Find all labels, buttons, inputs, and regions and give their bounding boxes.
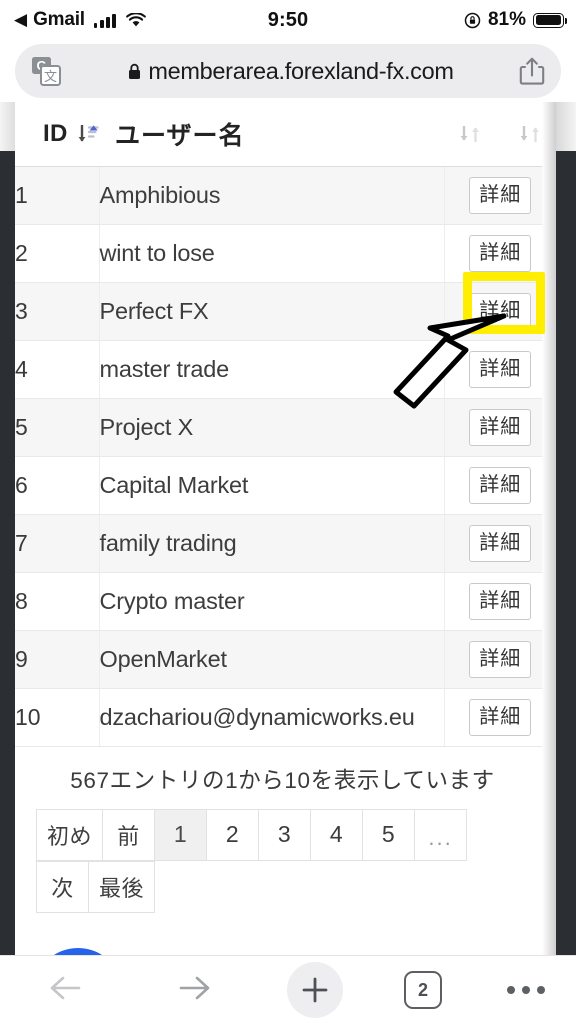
cell-action: 詳細: [444, 688, 556, 747]
cell-id: 9: [15, 630, 100, 689]
cell-username: Capital Market: [99, 456, 445, 515]
browser-toolbar: G 文 memberarea.forexland-fx.com: [0, 40, 576, 102]
pagination-page-3[interactable]: 3: [258, 808, 312, 861]
pagination-last[interactable]: 最後: [88, 860, 156, 913]
cell-id: 3: [15, 282, 100, 341]
column-header-id[interactable]: ID: [15, 102, 99, 167]
pagination-page-1[interactable]: 1: [154, 808, 208, 861]
cell-username: Amphibious: [99, 166, 445, 225]
table-row[interactable]: 7 family trading 詳細: [15, 514, 556, 573]
column-header-actions[interactable]: [444, 102, 556, 167]
sort-ascending-icon[interactable]: [77, 122, 99, 146]
page-edge-right-dark: [556, 151, 576, 955]
cell-id: 7: [15, 514, 100, 573]
page-edge-right-strip: [542, 102, 556, 955]
table-info-text: 567エントリの1から10を表示しています: [70, 767, 495, 793]
pagination-next[interactable]: 次: [36, 860, 89, 913]
table-body: 1 Amphibious 詳細 2 wint to lose 詳細 3 Perf…: [15, 166, 556, 747]
more-horizontal-icon: [507, 986, 545, 994]
detail-button[interactable]: 詳細: [469, 524, 532, 562]
page-edge-left-light: [0, 102, 15, 152]
cell-id: 4: [15, 340, 100, 399]
pagination-previous[interactable]: 前: [102, 808, 156, 861]
pagination: 初め 前 1 2 3 4 5 ... 次 最後: [15, 808, 556, 913]
lock-icon: [128, 63, 141, 80]
page-edge-left-dark: [0, 151, 15, 955]
cell-username: wint to lose: [99, 224, 445, 283]
google-translate-icon[interactable]: G 文: [29, 54, 63, 88]
arrow-right-icon: [178, 974, 212, 1007]
arrow-left-icon: [48, 974, 82, 1007]
table-head: ID ユーザー名: [15, 102, 556, 167]
table-row[interactable]: 6 Capital Market 詳細: [15, 456, 556, 515]
tab-count-badge: 2: [404, 971, 442, 1009]
status-bar: ◀ Gmail 9:50 81%: [0, 0, 576, 40]
share-icon[interactable]: [519, 56, 545, 86]
cell-action: 詳細: [444, 456, 556, 515]
new-tab-button[interactable]: [260, 962, 370, 1018]
cell-id: 6: [15, 456, 100, 515]
svg-text:文: 文: [44, 70, 57, 85]
cell-username: family trading: [99, 514, 445, 573]
cell-action: 詳細: [444, 514, 556, 573]
nav-back-button[interactable]: [0, 974, 130, 1007]
detail-button[interactable]: 詳細: [469, 234, 532, 272]
table-row[interactable]: 8 Crypto master 詳細: [15, 572, 556, 631]
pagination-ellipsis[interactable]: ...: [414, 808, 468, 861]
url-text: memberarea.forexland-fx.com: [148, 57, 454, 84]
cell-id: 8: [15, 572, 100, 631]
phone-screen: ◀ Gmail 9:50 81% 文 memberarea.forexland-…: [0, 0, 576, 1024]
table-row[interactable]: 1 Amphibious 詳細: [15, 166, 556, 225]
address-bar[interactable]: G 文 memberarea.forexland-fx.com: [15, 44, 561, 98]
detail-button[interactable]: 詳細: [469, 466, 532, 504]
cell-action: 詳細: [444, 166, 556, 225]
cell-action: 詳細: [444, 572, 556, 631]
nav-forward-button[interactable]: [130, 974, 260, 1007]
column-header-username-label: ユーザー名: [115, 121, 245, 150]
table-row[interactable]: 9 OpenMarket 詳細: [15, 630, 556, 689]
tab-switcher-button[interactable]: 2: [370, 971, 476, 1009]
table-row[interactable]: 10 dzachariou@dynamicworks.eu 詳細: [15, 688, 556, 747]
pagination-page-2[interactable]: 2: [206, 808, 260, 861]
webview: ID ユーザー名 1 Amphibious 詳細 2 wint to lose …: [0, 102, 576, 955]
cell-username: Crypto master: [99, 572, 445, 631]
sort-icon[interactable]: [459, 122, 481, 146]
url-display[interactable]: memberarea.forexland-fx.com: [69, 58, 513, 85]
page-content: ID ユーザー名 1 Amphibious 詳細 2 wint to lose …: [15, 102, 556, 955]
column-header-id-label: ID: [43, 119, 68, 147]
plus-icon: [287, 962, 343, 1018]
browser-bottom-toolbar: 2: [0, 955, 576, 1024]
cell-username: OpenMarket: [99, 630, 445, 689]
detail-button[interactable]: 詳細: [469, 640, 532, 678]
page-edge-right-light: [556, 102, 576, 152]
detail-button[interactable]: 詳細: [469, 582, 532, 620]
cell-action: 詳細: [444, 630, 556, 689]
status-bar-clock: 9:50: [267, 8, 309, 31]
detail-button[interactable]: 詳細: [469, 176, 532, 214]
pagination-first[interactable]: 初め: [36, 808, 104, 861]
cell-id: 2: [15, 224, 100, 283]
cell-username: dzachariou@dynamicworks.eu: [99, 688, 445, 747]
pagination-page-4[interactable]: 4: [310, 808, 364, 861]
arrow-cursor-icon: [392, 310, 512, 420]
pagination-row-2: 次 最後: [36, 860, 156, 913]
cell-id: 1: [15, 166, 100, 225]
cell-id: 10: [15, 688, 100, 747]
battery-icon: [533, 12, 567, 28]
more-options-button[interactable]: [476, 986, 576, 994]
column-header-username[interactable]: ユーザー名: [99, 102, 444, 167]
table-header-row: ID ユーザー名: [15, 102, 556, 167]
pagination-page-5[interactable]: 5: [362, 808, 416, 861]
detail-button[interactable]: 詳細: [469, 698, 532, 736]
sort-icon-secondary[interactable]: [519, 122, 541, 146]
cell-id: 5: [15, 398, 100, 457]
users-table: ID ユーザー名 1 Amphibious 詳細 2 wint to lose …: [15, 102, 556, 747]
